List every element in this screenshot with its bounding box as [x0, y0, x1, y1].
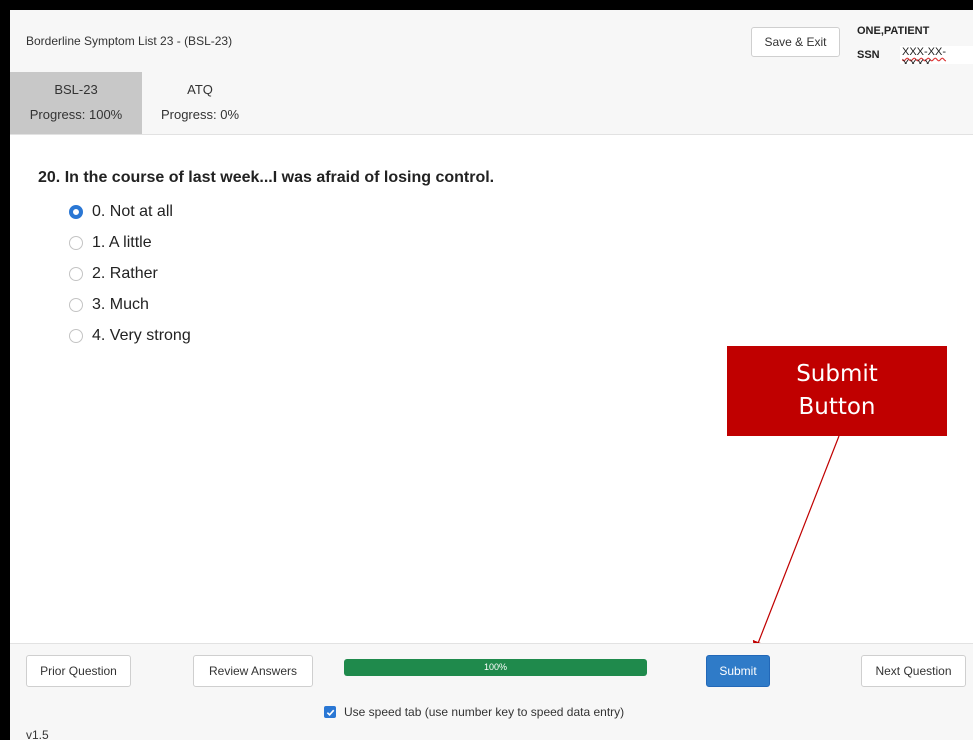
patient-name: ONE,PATIENT: [857, 25, 930, 37]
radio-icon[interactable]: [69, 298, 83, 312]
ssn-label: SSN: [857, 49, 880, 61]
question-text: 20. In the course of last week...I was a…: [38, 169, 495, 186]
save-exit-button[interactable]: Save & Exit: [751, 27, 840, 57]
tab-atq[interactable]: ATQ Progress: 0%: [142, 72, 258, 134]
radio-icon[interactable]: [69, 205, 83, 219]
header-bar: Borderline Symptom List 23 - (BSL-23) Sa…: [10, 10, 973, 73]
option-label: 4. Very strong: [92, 327, 191, 344]
radio-icon[interactable]: [69, 267, 83, 281]
annotation-callout: Submit Button: [727, 346, 947, 436]
prior-question-button[interactable]: Prior Question: [26, 655, 131, 687]
ssn-value: XXX-XX-XXXX: [900, 46, 973, 64]
callout-line-1: Submit: [796, 361, 878, 387]
version-label: v1.5: [26, 728, 49, 740]
option-label: 3. Much: [92, 296, 149, 313]
callout-line-2: Button: [798, 394, 876, 420]
answer-option-0[interactable]: 0. Not at all: [69, 200, 173, 224]
speed-tab-checkbox[interactable]: [324, 706, 336, 718]
answer-option-1[interactable]: 1. A little: [69, 231, 152, 255]
submit-button[interactable]: Submit: [706, 655, 770, 687]
tab-progress: Progress: 100%: [29, 107, 123, 122]
speed-tab-option: Use speed tab (use number key to speed d…: [324, 705, 624, 719]
answer-option-4[interactable]: 4. Very strong: [69, 324, 191, 348]
next-question-button[interactable]: Next Question: [861, 655, 966, 687]
footer-bar: Prior Question Review Answers 100% Submi…: [10, 643, 973, 740]
option-label: 1. A little: [92, 234, 152, 251]
radio-icon[interactable]: [69, 329, 83, 343]
tab-bsl-23[interactable]: BSL-23 Progress: 100%: [10, 72, 142, 134]
instrument-tabs: BSL-23 Progress: 100% ATQ Progress: 0%: [10, 72, 973, 135]
speed-tab-label: Use speed tab (use number key to speed d…: [344, 705, 625, 719]
tab-name: ATQ: [187, 82, 213, 97]
option-label: 2. Rather: [92, 265, 158, 282]
tab-name: BSL-23: [54, 82, 98, 97]
instrument-title: Borderline Symptom List 23 - (BSL-23): [26, 34, 233, 48]
review-answers-button[interactable]: Review Answers: [193, 655, 313, 687]
tab-progress: Progress: 0%: [160, 107, 240, 122]
option-label: 0. Not at all: [92, 203, 173, 220]
app-window: Borderline Symptom List 23 - (BSL-23) Sa…: [10, 10, 973, 740]
check-icon: [326, 709, 334, 716]
progress-bar: 100%: [344, 659, 647, 676]
progress-fill: 100%: [344, 659, 647, 676]
radio-icon[interactable]: [69, 236, 83, 250]
answer-option-3[interactable]: 3. Much: [69, 293, 149, 317]
answer-option-2[interactable]: 2. Rather: [69, 262, 158, 286]
arrow-line: [752, 435, 840, 654]
